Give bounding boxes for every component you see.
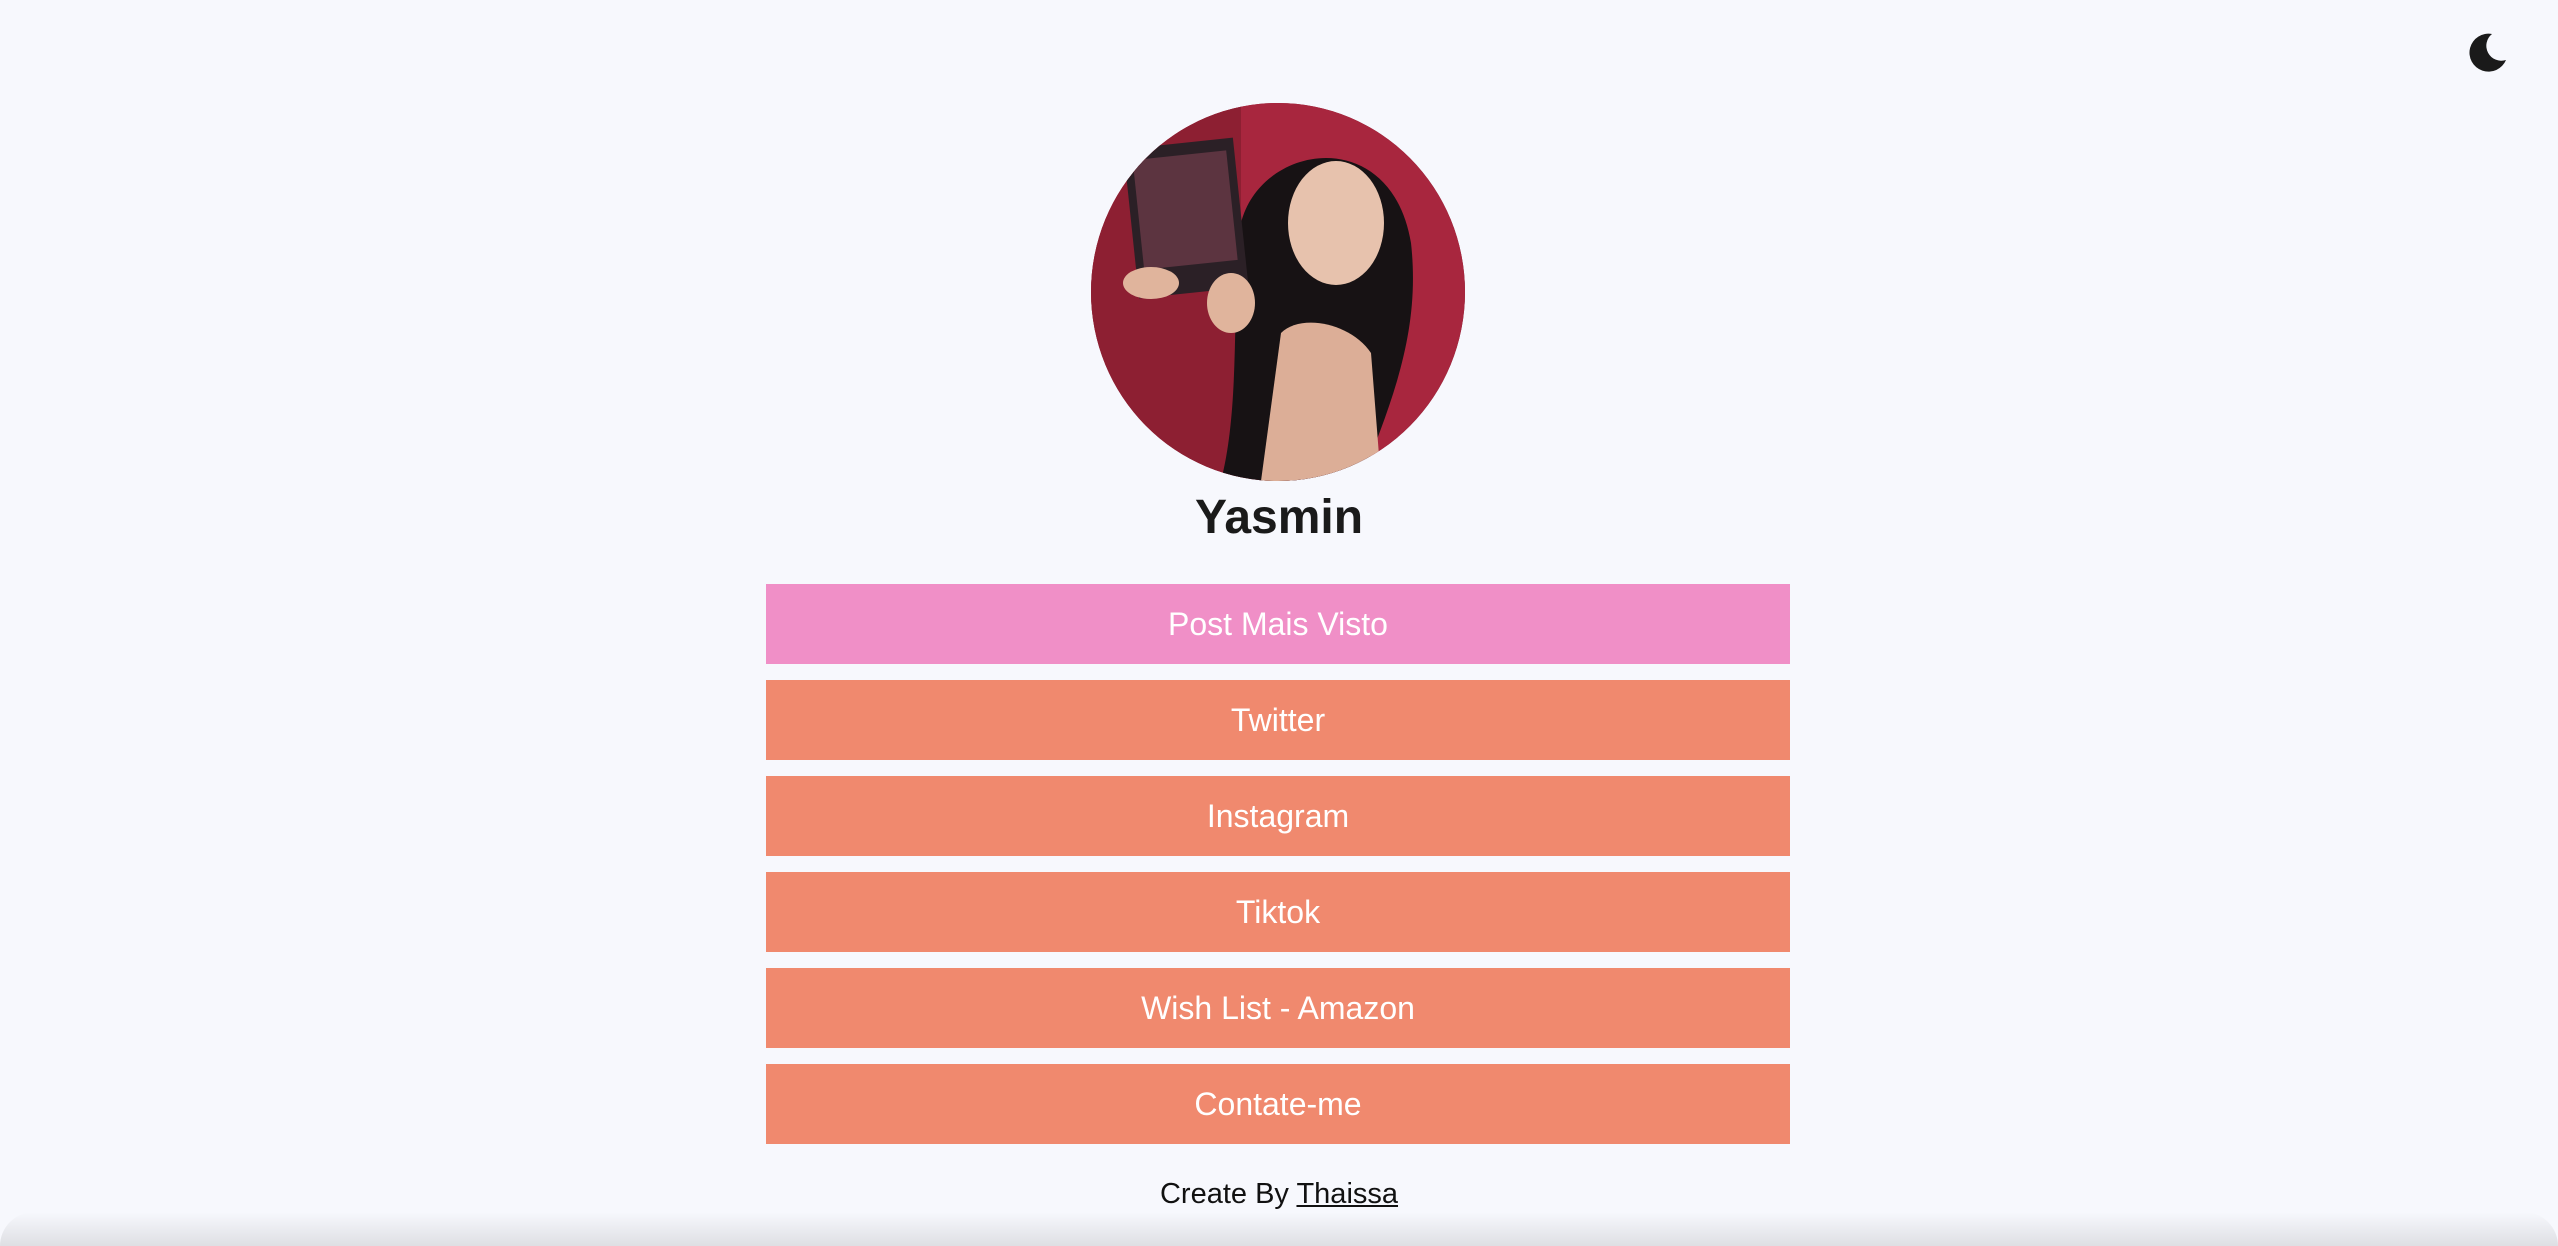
link-list: Post Mais Visto Twitter Instagram Tiktok… [766, 584, 1790, 1144]
link-twitter[interactable]: Twitter [766, 680, 1790, 760]
avatar [1091, 103, 1465, 481]
link-contate-me[interactable]: Contate-me [766, 1064, 1790, 1144]
link-tiktok[interactable]: Tiktok [766, 872, 1790, 952]
footer-author-link[interactable]: Thaissa [1296, 1178, 1398, 1210]
link-instagram[interactable]: Instagram [766, 776, 1790, 856]
moon-icon [2469, 33, 2506, 72]
footer: Create By Thaissa [0, 1178, 2558, 1211]
link-post-mais-visto[interactable]: Post Mais Visto [766, 584, 1790, 664]
profile-name: Yasmin [1194, 491, 1364, 544]
page: Yasmin Post Mais Visto Twitter Instagram… [0, 0, 2558, 1246]
profile-photo [1091, 103, 1465, 481]
bottom-shade [0, 1212, 2558, 1246]
link-wish-list-amazon[interactable]: Wish List - Amazon [766, 968, 1790, 1048]
footer-prefix: Create By [1159, 1178, 1297, 1210]
theme-toggle-button[interactable] [2462, 28, 2510, 76]
